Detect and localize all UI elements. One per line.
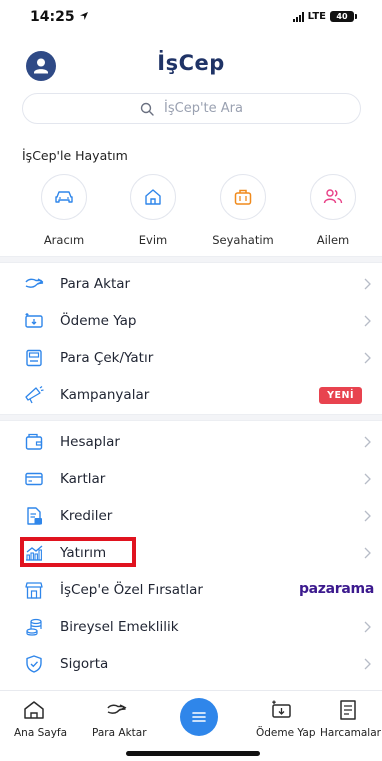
- app-title: İşCep: [157, 51, 225, 75]
- menu-item-kartlar[interactable]: Kartlar: [0, 461, 382, 497]
- chevron-right-icon: [364, 473, 371, 485]
- status-time: 14:25: [30, 9, 89, 25]
- menu-item-kampanyalar[interactable]: Kampanyalar YENİ: [0, 377, 382, 413]
- suitcase-icon: [220, 174, 266, 220]
- chevron-right-icon: [364, 352, 371, 364]
- menu-item-label: Para Çek/Yatır: [60, 350, 154, 366]
- chevron-right-icon: [364, 547, 371, 559]
- status-time-text: 14:25: [30, 9, 75, 25]
- tab-odeme-yap[interactable]: Ödeme Yap: [256, 699, 316, 739]
- menu-item-label: İşCep'e Özel Fırsatlar: [60, 582, 203, 598]
- atm-icon: [26, 349, 42, 367]
- section-divider: [0, 256, 382, 263]
- store-icon: [25, 582, 43, 599]
- new-badge: YENİ: [319, 387, 362, 404]
- wallet-icon: [25, 433, 43, 450]
- house-icon: [130, 174, 176, 220]
- menu-item-label: Kampanyalar: [60, 387, 150, 403]
- status-indicators: LTE 40: [292, 11, 357, 22]
- menu-icon: [192, 712, 206, 722]
- tab-label: Harcamalar: [320, 727, 381, 739]
- menu-item-hesaplar[interactable]: Hesaplar: [0, 424, 382, 460]
- life-item-evim[interactable]: Evim: [118, 174, 188, 247]
- search-bar[interactable]: İşCep'te Ara: [22, 93, 361, 124]
- battery-icon: 40: [330, 11, 357, 22]
- megaphone-icon: [25, 386, 44, 404]
- money-transfer-icon: [25, 278, 44, 288]
- chevron-right-icon: [364, 621, 371, 633]
- home-icon: [24, 701, 44, 719]
- life-item-aracim[interactable]: Aracım: [29, 174, 99, 247]
- car-icon: [41, 174, 87, 220]
- shield-icon: [26, 655, 42, 673]
- main-menu-button[interactable]: [180, 698, 218, 736]
- family-icon: [310, 174, 356, 220]
- menu-item-label: Hesaplar: [60, 434, 120, 450]
- chevron-right-icon: [364, 278, 371, 290]
- network-label: LTE: [307, 11, 326, 22]
- menu-item-odeme-yap[interactable]: Ödeme Yap: [0, 303, 382, 339]
- menu-item-label: Kartlar: [60, 471, 106, 487]
- app-header: İşCep: [0, 40, 382, 90]
- menu-item-label: Krediler: [60, 508, 113, 524]
- signal-icon: [292, 11, 304, 22]
- chevron-right-icon: [364, 436, 371, 448]
- battery-level: 40: [336, 12, 348, 21]
- life-item-label: Evim: [138, 233, 168, 247]
- tab-harcamalar[interactable]: Harcamalar: [320, 699, 381, 739]
- menu-item-sigorta[interactable]: Sigorta: [0, 646, 382, 682]
- chevron-right-icon: [364, 510, 371, 522]
- tab-label: Ana Sayfa: [14, 727, 68, 739]
- search-icon: [140, 102, 154, 116]
- menu-item-bireysel-emeklilik[interactable]: Bireysel Emeklilik: [0, 609, 382, 645]
- section-divider: [0, 414, 382, 421]
- card-icon: [25, 472, 43, 486]
- pazarama-logo: pazarama: [298, 581, 374, 597]
- menu-item-ozel-firsatlar[interactable]: İşCep'e Özel Fırsatlar pazarama: [0, 572, 382, 608]
- payment-icon: [272, 700, 291, 718]
- menu-item-label: Ödeme Yap: [60, 313, 137, 329]
- yatirim-highlight-box: [20, 537, 136, 567]
- menu-item-para-cek-yatir[interactable]: Para Çek/Yatır: [0, 340, 382, 376]
- search-placeholder: İşCep'te Ara: [164, 101, 243, 116]
- menu-item-label: Bireysel Emeklilik: [60, 619, 179, 635]
- life-item-ailem[interactable]: Ailem: [298, 174, 368, 247]
- money-transfer-icon: [107, 704, 127, 714]
- payment-icon: [25, 313, 43, 328]
- coins-icon: [26, 618, 42, 636]
- status-bar: 14:25 LTE 40: [0, 0, 382, 36]
- life-shortcuts: Aracım Evim Seyahatim Ailem: [24, 174, 364, 248]
- life-section-title: İşCep'le Hayatım: [22, 148, 128, 163]
- chevron-right-icon: [364, 658, 371, 670]
- chevron-right-icon: [364, 315, 371, 327]
- menu-item-para-aktar[interactable]: Para Aktar: [0, 266, 382, 302]
- tab-label: Para Aktar: [92, 727, 147, 739]
- menu-item-krediler[interactable]: Krediler: [0, 498, 382, 534]
- loan-document-icon: [27, 507, 42, 525]
- home-indicator: [126, 751, 260, 756]
- menu-item-label: Para Aktar: [60, 276, 131, 292]
- expenses-icon: [340, 700, 356, 720]
- life-item-label: Ailem: [316, 233, 350, 247]
- menu-item-label: Sigorta: [60, 656, 109, 672]
- tab-ana-sayfa[interactable]: Ana Sayfa: [14, 699, 68, 739]
- tab-label: Ödeme Yap: [256, 727, 316, 739]
- tab-para-aktar[interactable]: Para Aktar: [92, 699, 147, 739]
- life-item-label: Aracım: [43, 233, 85, 247]
- life-item-seyahatim[interactable]: Seyahatim: [208, 174, 278, 247]
- life-item-label: Seyahatim: [212, 233, 274, 247]
- location-arrow-icon: [80, 12, 89, 20]
